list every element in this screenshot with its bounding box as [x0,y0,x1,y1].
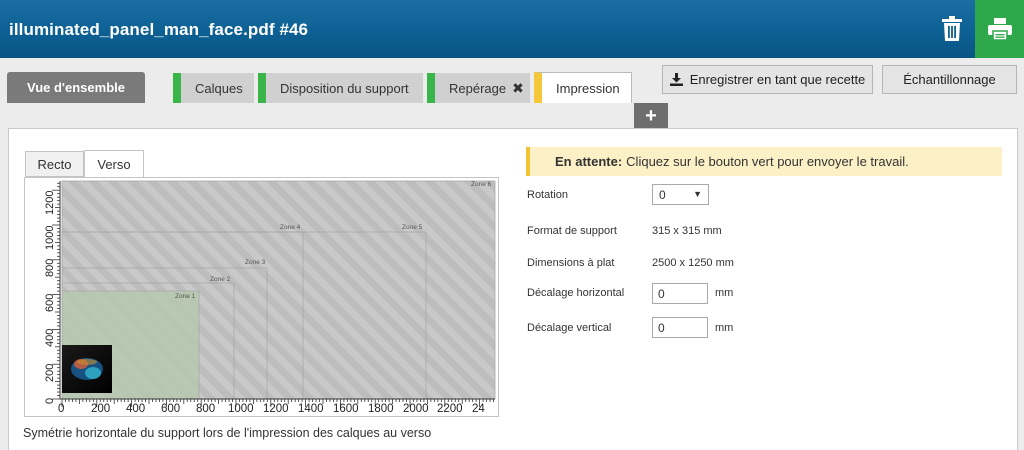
trash-icon [942,15,962,41]
zone-1-label: Zone 1 [175,293,196,300]
preview-caption: Symétrie horizontale du support lors de … [23,426,432,440]
tab-reperage[interactable]: Repérage ✖ [427,73,530,103]
tab-impression[interactable]: Impression [534,72,632,103]
layout-canvas: Zone 1 Zone 2 Zone 3 Zone 4 Zone 5 Zone … [42,178,496,415]
y-tick: 1200 [44,191,56,215]
tab-reperage-label: Repérage [449,80,507,96]
rotation-label: Rotation [527,189,568,201]
caret-down-icon: ▼ [693,189,702,199]
tab-disposition-label: Disposition du support [280,80,409,96]
tab-calques-label: Calques [195,80,243,96]
vertical-offset-unit: mm [715,322,734,334]
horizontal-offset-unit: mm [715,287,734,299]
download-icon [669,73,683,86]
y-tick: 400 [44,329,56,347]
content-panel: Recto Verso Zone 1 Zone 2 Zone 3 Zone 4 … [8,128,1018,450]
save-recipe-label: Enregistrer en tant que recette [689,72,866,87]
tab-overview[interactable]: Vue d'ensemble [7,72,145,103]
print-button[interactable] [975,0,1024,58]
artwork-thumbnail[interactable] [62,345,112,393]
flat-dimensions-value: 2500 x 1250 mm [652,257,734,269]
vertical-offset-label: Décalage vertical [527,322,612,334]
x-tick: 800 [196,403,215,415]
printer-icon [987,18,1012,40]
app-header: illuminated_panel_man_face.pdf #46 [0,0,1024,58]
zone-2-label: Zone 2 [210,276,231,283]
y-tick: 800 [44,259,56,277]
x-tick: 24 [472,403,485,415]
status-banner: En attente: Cliquez sur le bouton vert p… [526,147,1002,176]
media-format-value: 315 x 315 mm [652,225,722,237]
x-tick: 1000 [228,403,254,415]
rotation-select[interactable]: 0 ▼ [652,184,709,205]
x-icon[interactable]: ✖ [512,80,524,97]
y-tick: 1000 [44,226,56,250]
tab-disposition[interactable]: Disposition du support [258,73,423,103]
sampling-button[interactable]: Échantillonnage [882,65,1017,94]
x-tick: 1800 [368,403,394,415]
horizontal-offset-label: Décalage horizontal [527,287,625,299]
zone-4-label: Zone 4 [280,224,301,231]
x-tick: 2000 [403,403,429,415]
delete-button[interactable] [932,8,972,48]
y-tick: 600 [44,294,56,312]
tab-calques[interactable]: Calques [173,73,254,103]
media-format-label: Format de support [527,225,617,237]
add-step-button[interactable]: + [634,103,668,129]
x-tick: 0 [58,403,64,415]
tab-recto[interactable]: Recto [25,151,84,177]
x-tick-labels: 0 200 400 600 800 1000 1200 1400 1600 18… [58,403,485,415]
rotation-value: 0 [659,187,666,202]
tab-verso[interactable]: Verso [84,150,144,178]
flat-dimensions-label: Dimensions à plat [527,257,615,269]
y-tick: 200 [44,364,56,382]
status-title: En attente: [555,154,623,169]
x-tick: 1600 [333,403,359,415]
tab-impression-label: Impression [556,80,620,96]
zone-3-label: Zone 3 [245,259,266,266]
x-tick: 1400 [298,403,324,415]
media-preview[interactable]: Zone 1 Zone 2 Zone 3 Zone 4 Zone 5 Zone … [24,177,499,417]
vertical-offset-input[interactable] [652,317,708,338]
x-tick: 400 [126,403,145,415]
y-tick: 0 [44,398,56,404]
page-title: illuminated_panel_man_face.pdf #46 [9,20,309,39]
zone-5-label: Zone 5 [402,224,423,231]
plus-icon: + [645,104,657,127]
zone-6-label: Zone 6 [471,181,492,188]
x-tick: 1200 [263,403,289,415]
save-recipe-button[interactable]: Enregistrer en tant que recette [662,65,873,94]
x-tick: 200 [91,403,110,415]
status-message: Cliquez sur le bouton vert pour envoyer … [626,154,909,169]
x-tick: 2200 [437,403,463,415]
x-tick: 600 [161,403,180,415]
horizontal-offset-input[interactable] [652,283,708,304]
